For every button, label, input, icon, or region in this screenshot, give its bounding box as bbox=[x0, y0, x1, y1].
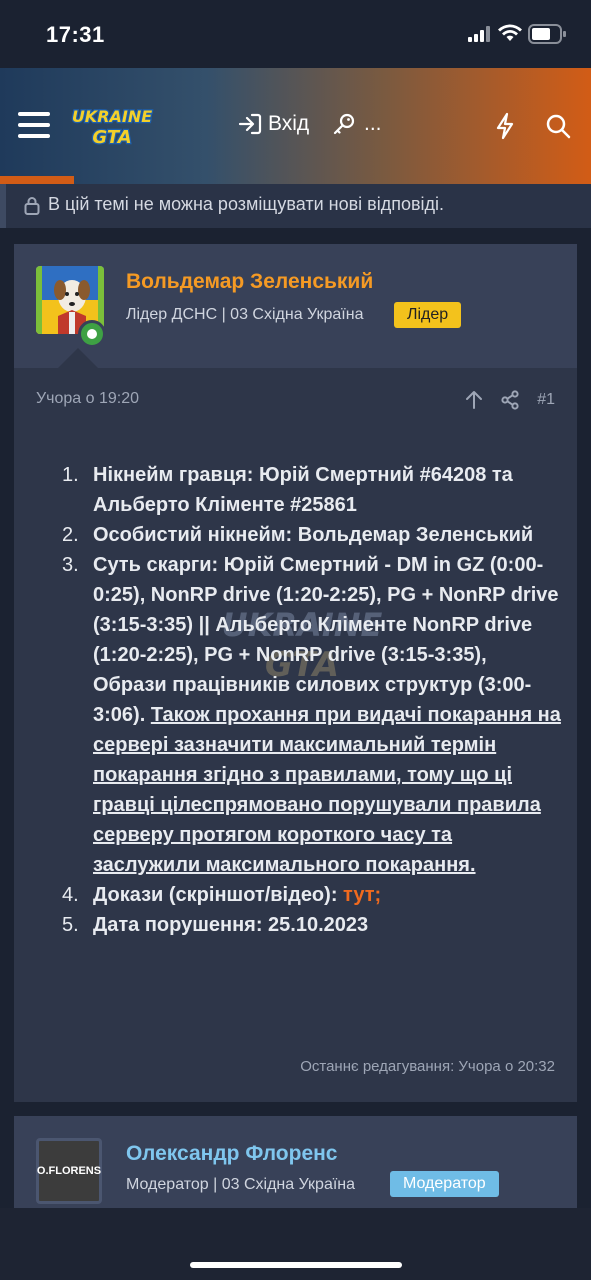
post-actions: #1 bbox=[465, 390, 555, 410]
avatar[interactable]: O.FLORENS bbox=[36, 1138, 102, 1204]
list-item-text: Дата порушення: 25.10.2023 bbox=[93, 914, 369, 936]
svg-text:GTA: GTA bbox=[92, 127, 131, 148]
menu-line bbox=[18, 123, 50, 127]
whats-new-bolt-icon[interactable] bbox=[494, 112, 516, 140]
list-item: 4. Докази (скріншот/відео): тут; bbox=[54, 880, 564, 910]
status-time: 17:31 bbox=[46, 22, 105, 47]
wifi-icon bbox=[498, 24, 522, 41]
list-number: 1. bbox=[62, 464, 79, 486]
share-icon[interactable] bbox=[501, 390, 519, 410]
menu-line bbox=[18, 112, 50, 116]
list-number: 4. bbox=[62, 884, 79, 906]
site-logo[interactable]: UKRAINE GTA bbox=[70, 100, 154, 150]
home-indicator[interactable] bbox=[190, 1262, 402, 1268]
post-author-block: Вольдемар Зеленський Лідер ДСНС | 03 Схі… bbox=[14, 244, 577, 368]
notice-text: В цій темі не можна розміщувати нові від… bbox=[48, 194, 445, 214]
complaint-list: 1. Нікнейм гравця: Юрій Смертний #64208 т… bbox=[54, 460, 564, 940]
post-card-2: O.FLORENS Олександр Флоренс Модератор | … bbox=[14, 1116, 577, 1208]
moderator-badge: Модератор bbox=[390, 1171, 499, 1197]
list-item-text: Суть скарги: Юрій Смертний - DM in GZ (0… bbox=[93, 554, 559, 726]
last-edited-note: Останнє редагування: Учора о 20:32 bbox=[300, 1058, 555, 1075]
login-label: Вхід bbox=[268, 112, 310, 135]
evidence-link[interactable]: тут; bbox=[343, 884, 381, 906]
more-label: ... bbox=[364, 112, 382, 135]
svg-text:UKRAINE: UKRAINE bbox=[72, 107, 152, 126]
cellular-signal-icon bbox=[468, 26, 490, 42]
login-icon bbox=[238, 113, 262, 135]
post-author-role: Лідер ДСНС | 03 Східна Україна bbox=[126, 306, 364, 323]
list-item: 3. Суть скарги: Юрій Смертний - DM in GZ … bbox=[54, 550, 564, 880]
search-icon[interactable] bbox=[545, 113, 571, 139]
post-number-link[interactable]: #1 bbox=[537, 391, 555, 409]
post-author-name[interactable]: Олександр Флоренс bbox=[126, 1142, 338, 1166]
list-number: 5. bbox=[62, 914, 79, 936]
post-card: Вольдемар Зеленський Лідер ДСНС | 03 Схі… bbox=[14, 244, 577, 1102]
list-item: 1. Нікнейм гравця: Юрій Смертний #64208 т… bbox=[54, 460, 564, 520]
post-date[interactable]: Учора о 19:20 bbox=[36, 390, 139, 408]
list-number: 2. bbox=[62, 524, 79, 546]
progress-accent-bar bbox=[0, 176, 74, 184]
list-item: 5. Дата порушення: 25.10.2023 bbox=[54, 910, 564, 940]
post-author-role: Модератор | 03 Східна Україна bbox=[126, 1176, 356, 1193]
leader-badge: Лідер bbox=[394, 302, 462, 328]
arrow-up-icon[interactable] bbox=[465, 390, 483, 410]
menu-line bbox=[18, 134, 50, 138]
list-item-text: Особистий нікнейм: Вольдемар Зеленський bbox=[93, 524, 534, 546]
author-pointer bbox=[58, 348, 98, 368]
thread-locked-notice: В цій темі не можна розміщувати нові від… bbox=[0, 184, 591, 228]
menu-button[interactable] bbox=[18, 112, 50, 140]
lock-icon bbox=[24, 197, 40, 215]
register-button[interactable]: ... bbox=[332, 112, 382, 136]
post-author-name[interactable]: Вольдемар Зеленський bbox=[126, 270, 373, 294]
list-item: 2. Особистий нікнейм: Вольдемар Зеленськи… bbox=[54, 520, 564, 550]
battery-icon bbox=[528, 24, 566, 44]
login-button[interactable]: Вхід bbox=[238, 112, 309, 136]
online-status-indicator bbox=[78, 320, 106, 348]
list-number: 3. bbox=[62, 554, 79, 576]
list-item-text: Нікнейм гравця: Юрій Смертний #64208 та … bbox=[93, 464, 513, 516]
post-body: 1. Нікнейм гравця: Юрій Смертний #64208 т… bbox=[54, 460, 564, 940]
avatar-text: O.FLORENS bbox=[36, 1165, 102, 1177]
list-item-text: Докази (скріншот/відео): bbox=[93, 884, 338, 906]
status-bar: 17:31 bbox=[0, 0, 591, 68]
browser-bottom-bar bbox=[0, 1208, 591, 1280]
underlined-request-text: Також прохання при видачі покарання на с… bbox=[93, 704, 561, 876]
key-icon bbox=[333, 113, 355, 135]
